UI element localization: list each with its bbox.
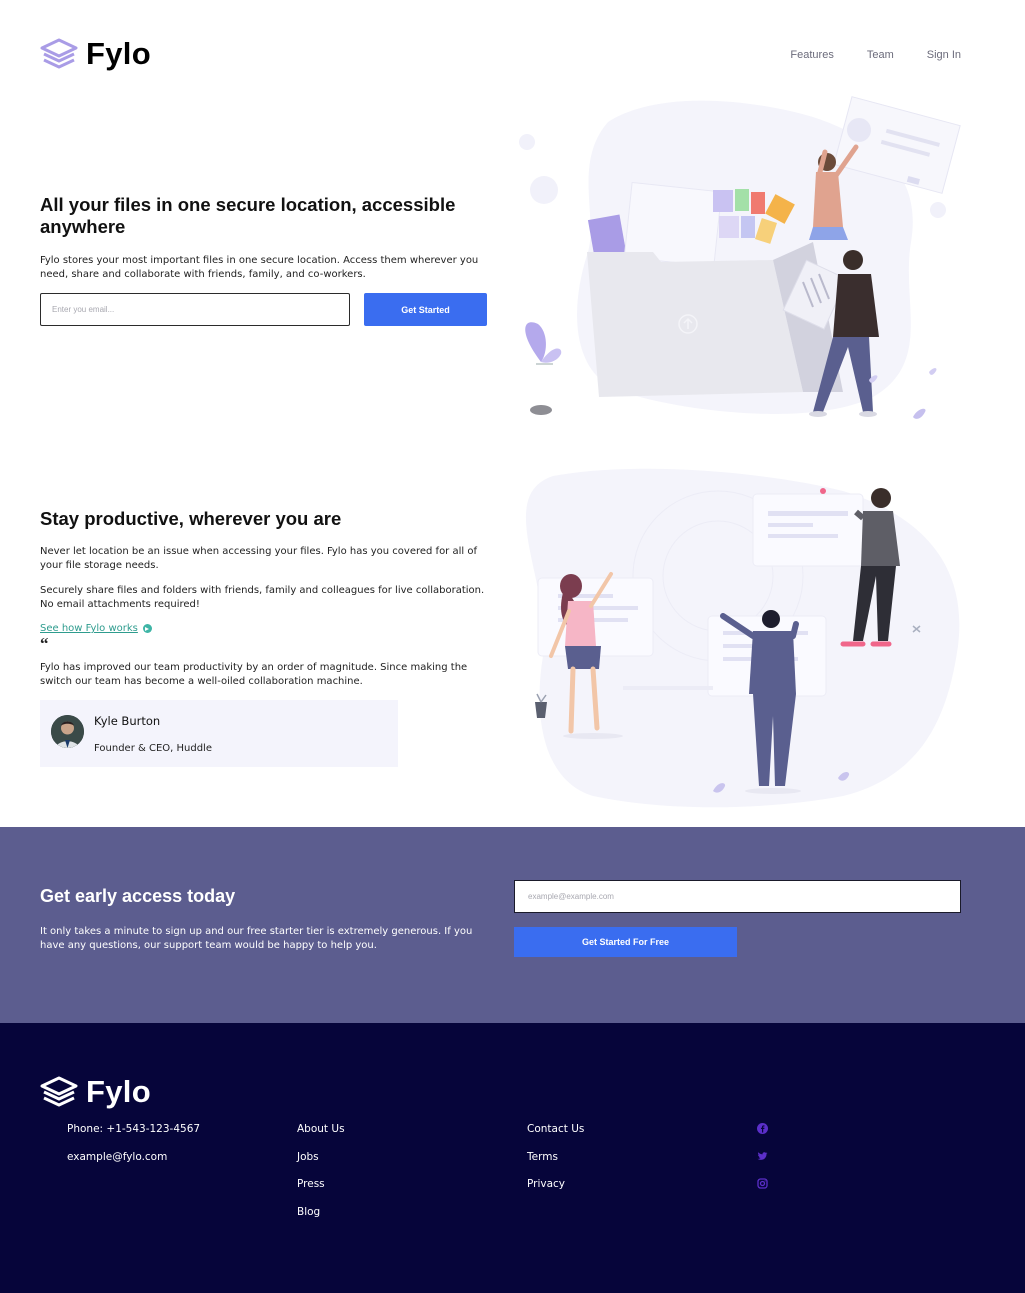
footer-links-1: About Us Jobs Press Blog (297, 1123, 345, 1233)
footer-brand-logo[interactable]: Fylo (40, 1074, 151, 1110)
instagram-icon[interactable] (757, 1178, 768, 1206)
quote-icon: “ (40, 634, 49, 653)
early-access-section: Get early access today It only takes a m… (0, 827, 1025, 1023)
footer-link-press[interactable]: Press (297, 1178, 345, 1206)
early-access-title: Get early access today (40, 886, 236, 906)
testimonial-card: Kyle Burton Founder & CEO, Huddle (40, 700, 398, 767)
footer-link-about-us[interactable]: About Us (297, 1123, 345, 1151)
footer-phone: Phone: +1-543-123-4567 (67, 1123, 201, 1135)
productive-title: Stay productive, wherever you are (40, 508, 342, 529)
link-label: See how Fylo works (40, 623, 138, 634)
hero-description: Fylo stores your most important files in… (40, 255, 479, 280)
footer-link-jobs[interactable]: Jobs (297, 1151, 345, 1179)
layers-logo-icon (40, 1076, 78, 1107)
get-started-for-free-button[interactable]: Get Started For Free (514, 927, 737, 957)
get-started-button[interactable]: Get Started (364, 293, 487, 326)
hero-illustration (519, 96, 961, 419)
productive-illustration (525, 468, 960, 808)
testimonial-quote: Fylo has improved our team productivity … (40, 662, 468, 687)
facebook-icon[interactable] (757, 1123, 768, 1151)
hero-email-input[interactable] (40, 293, 350, 326)
footer-social (757, 1123, 768, 1206)
testimonial-author-role: Founder & CEO, Huddle (94, 743, 212, 754)
footer-link-privacy[interactable]: Privacy (527, 1178, 584, 1206)
twitter-icon[interactable] (757, 1151, 768, 1179)
testimonial-author-name: Kyle Burton (94, 714, 161, 728)
layers-logo-icon (40, 38, 78, 69)
productive-paragraph-1: Never let location be an issue when acce… (40, 546, 477, 571)
footer-link-contact-us[interactable]: Contact Us (527, 1123, 584, 1151)
footer-brand-name: Fylo (86, 1074, 151, 1109)
arrow-circle-icon (142, 624, 152, 633)
brand-name: Fylo (86, 36, 151, 71)
hero-title: All your files in one secure location, a… (40, 194, 456, 237)
early-access-email-input[interactable] (514, 880, 961, 913)
avatar (51, 715, 84, 748)
nav-features[interactable]: Features (790, 49, 833, 61)
footer-link-blog[interactable]: Blog (297, 1206, 345, 1234)
footer-link-terms[interactable]: Terms (527, 1151, 584, 1179)
main-nav: Features Team Sign In (790, 49, 961, 61)
footer-contact: Phone: +1-543-123-4567 example@fylo.com (67, 1123, 200, 1178)
productive-paragraph-2: Securely share files and folders with fr… (40, 585, 485, 610)
brand-logo[interactable]: Fylo (40, 36, 151, 72)
site-footer: Fylo Phone: +1-543-123-4567 example@fylo… (0, 1023, 1025, 1293)
nav-team[interactable]: Team (867, 49, 894, 61)
nav-sign-in[interactable]: Sign In (927, 49, 961, 61)
early-access-description: It only takes a minute to sign up and ou… (40, 926, 473, 951)
see-how-fylo-works-link[interactable]: See how Fylo works (40, 623, 152, 634)
footer-email[interactable]: example@fylo.com (67, 1151, 200, 1179)
footer-links-2: Contact Us Terms Privacy (527, 1123, 584, 1206)
